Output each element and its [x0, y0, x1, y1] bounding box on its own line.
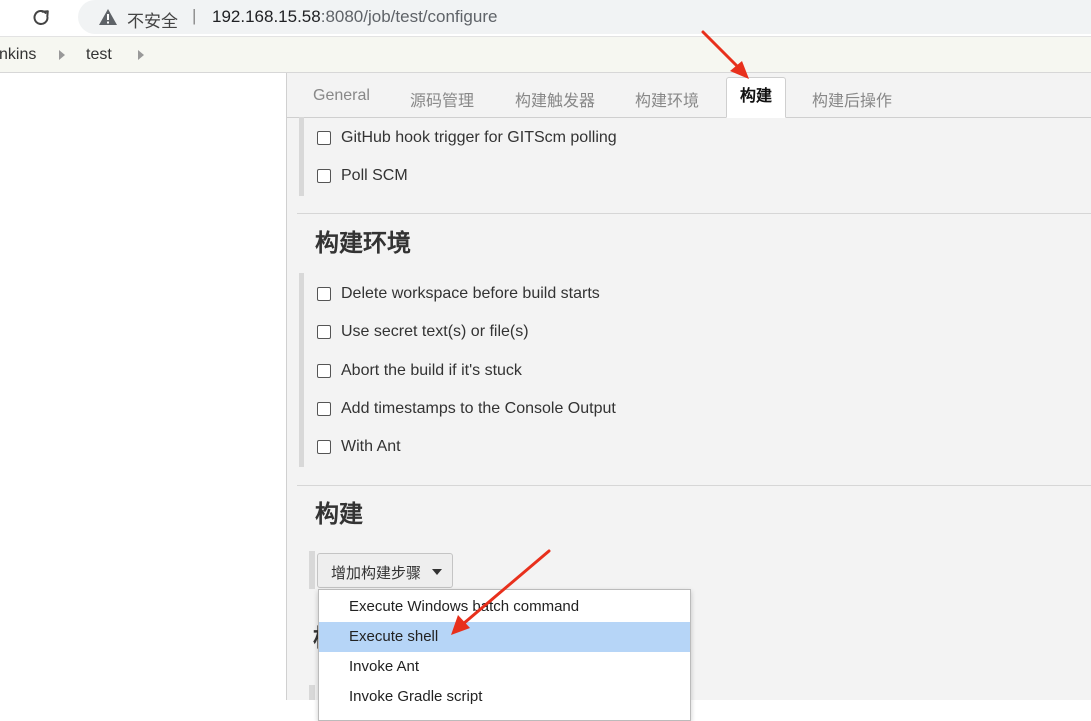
section-title-build: 构建 — [315, 501, 363, 528]
breadcrumb-item-jenkins[interactable]: nkins — [0, 46, 36, 64]
build-env-section-bar — [299, 273, 304, 467]
breadcrumb-chevron-icon[interactable] — [59, 50, 65, 60]
tab-scm[interactable]: 源码管理 — [410, 87, 474, 111]
section-divider — [297, 213, 1091, 214]
checkbox[interactable] — [317, 169, 331, 183]
checkbox[interactable] — [317, 364, 331, 378]
checkbox[interactable] — [317, 402, 331, 416]
url-host: 192.168.15.58 — [212, 7, 321, 26]
triggers-section-bar — [299, 117, 304, 196]
config-panel: General 源码管理 构建触发器 构建环境 构建 构建后操作 GitHub … — [287, 73, 1091, 721]
url-text[interactable]: 192.168.15.58:8080/job/test/configure — [212, 7, 497, 27]
url-separator: | — [192, 6, 197, 25]
security-status[interactable]: 不安全 — [127, 7, 178, 32]
section-title-build-environment: 构建环境 — [315, 230, 411, 257]
config-tabs: General 源码管理 构建触发器 构建环境 构建 构建后操作 — [287, 73, 1091, 118]
breadcrumb-chevron-icon[interactable] — [138, 50, 144, 60]
checkbox[interactable] — [317, 440, 331, 454]
menu-item-execute-windows-batch[interactable]: Execute Windows batch command — [319, 592, 690, 622]
menu-item-invoke-ant[interactable]: Invoke Ant — [319, 652, 690, 682]
section-bar — [309, 685, 315, 700]
browser-toolbar: 不安全 | 192.168.15.58:8080/job/test/config… — [0, 0, 1091, 37]
menu-item-label: Invoke Ant — [349, 658, 420, 675]
checkbox-label: Poll SCM — [341, 167, 408, 184]
checkbox-label: Abort the build if it's stuck — [341, 362, 522, 379]
build-step-menu: Execute Windows batch command Execute sh… — [318, 589, 691, 721]
add-build-step-button[interactable]: 增加构建步骤 — [317, 553, 453, 588]
add-build-step-label: 增加构建步骤 — [331, 565, 422, 582]
tab-build[interactable]: 构建 — [726, 77, 787, 118]
caret-down-icon — [432, 569, 442, 575]
checkbox-label: Delete workspace before build starts — [341, 285, 600, 302]
breadcrumb: nkins test — [0, 37, 1091, 73]
checkbox[interactable] — [317, 131, 331, 145]
tab-general[interactable]: General — [313, 87, 370, 105]
sidebar — [0, 73, 287, 700]
add-step-gutter — [309, 551, 315, 589]
reload-icon[interactable] — [29, 6, 53, 30]
tab-post-build[interactable]: 构建后操作 — [812, 87, 892, 111]
menu-item-label: Execute Windows batch command — [349, 598, 580, 615]
checkbox-label: GitHub hook trigger for GITScm polling — [341, 129, 617, 146]
section-divider — [297, 485, 1091, 486]
menu-item-invoke-gradle[interactable]: Invoke Gradle script — [319, 682, 690, 712]
menu-item-label: Invoke Gradle script — [349, 688, 483, 705]
checkbox[interactable] — [317, 287, 331, 301]
url-path: :8080/job/test/configure — [320, 7, 498, 26]
checkbox-label: With Ant — [341, 438, 401, 455]
menu-item-execute-shell[interactable]: Execute shell — [319, 622, 690, 652]
breadcrumb-item-test[interactable]: test — [86, 46, 112, 64]
warning-icon[interactable] — [98, 7, 118, 27]
tab-build-environment[interactable]: 构建环境 — [635, 87, 699, 111]
tab-build-triggers[interactable]: 构建触发器 — [515, 87, 595, 111]
checkbox-label: Add timestamps to the Console Output — [341, 400, 616, 417]
checkbox-label: Use secret text(s) or file(s) — [341, 323, 529, 340]
checkbox[interactable] — [317, 325, 331, 339]
menu-item-label: Execute shell — [349, 628, 439, 645]
